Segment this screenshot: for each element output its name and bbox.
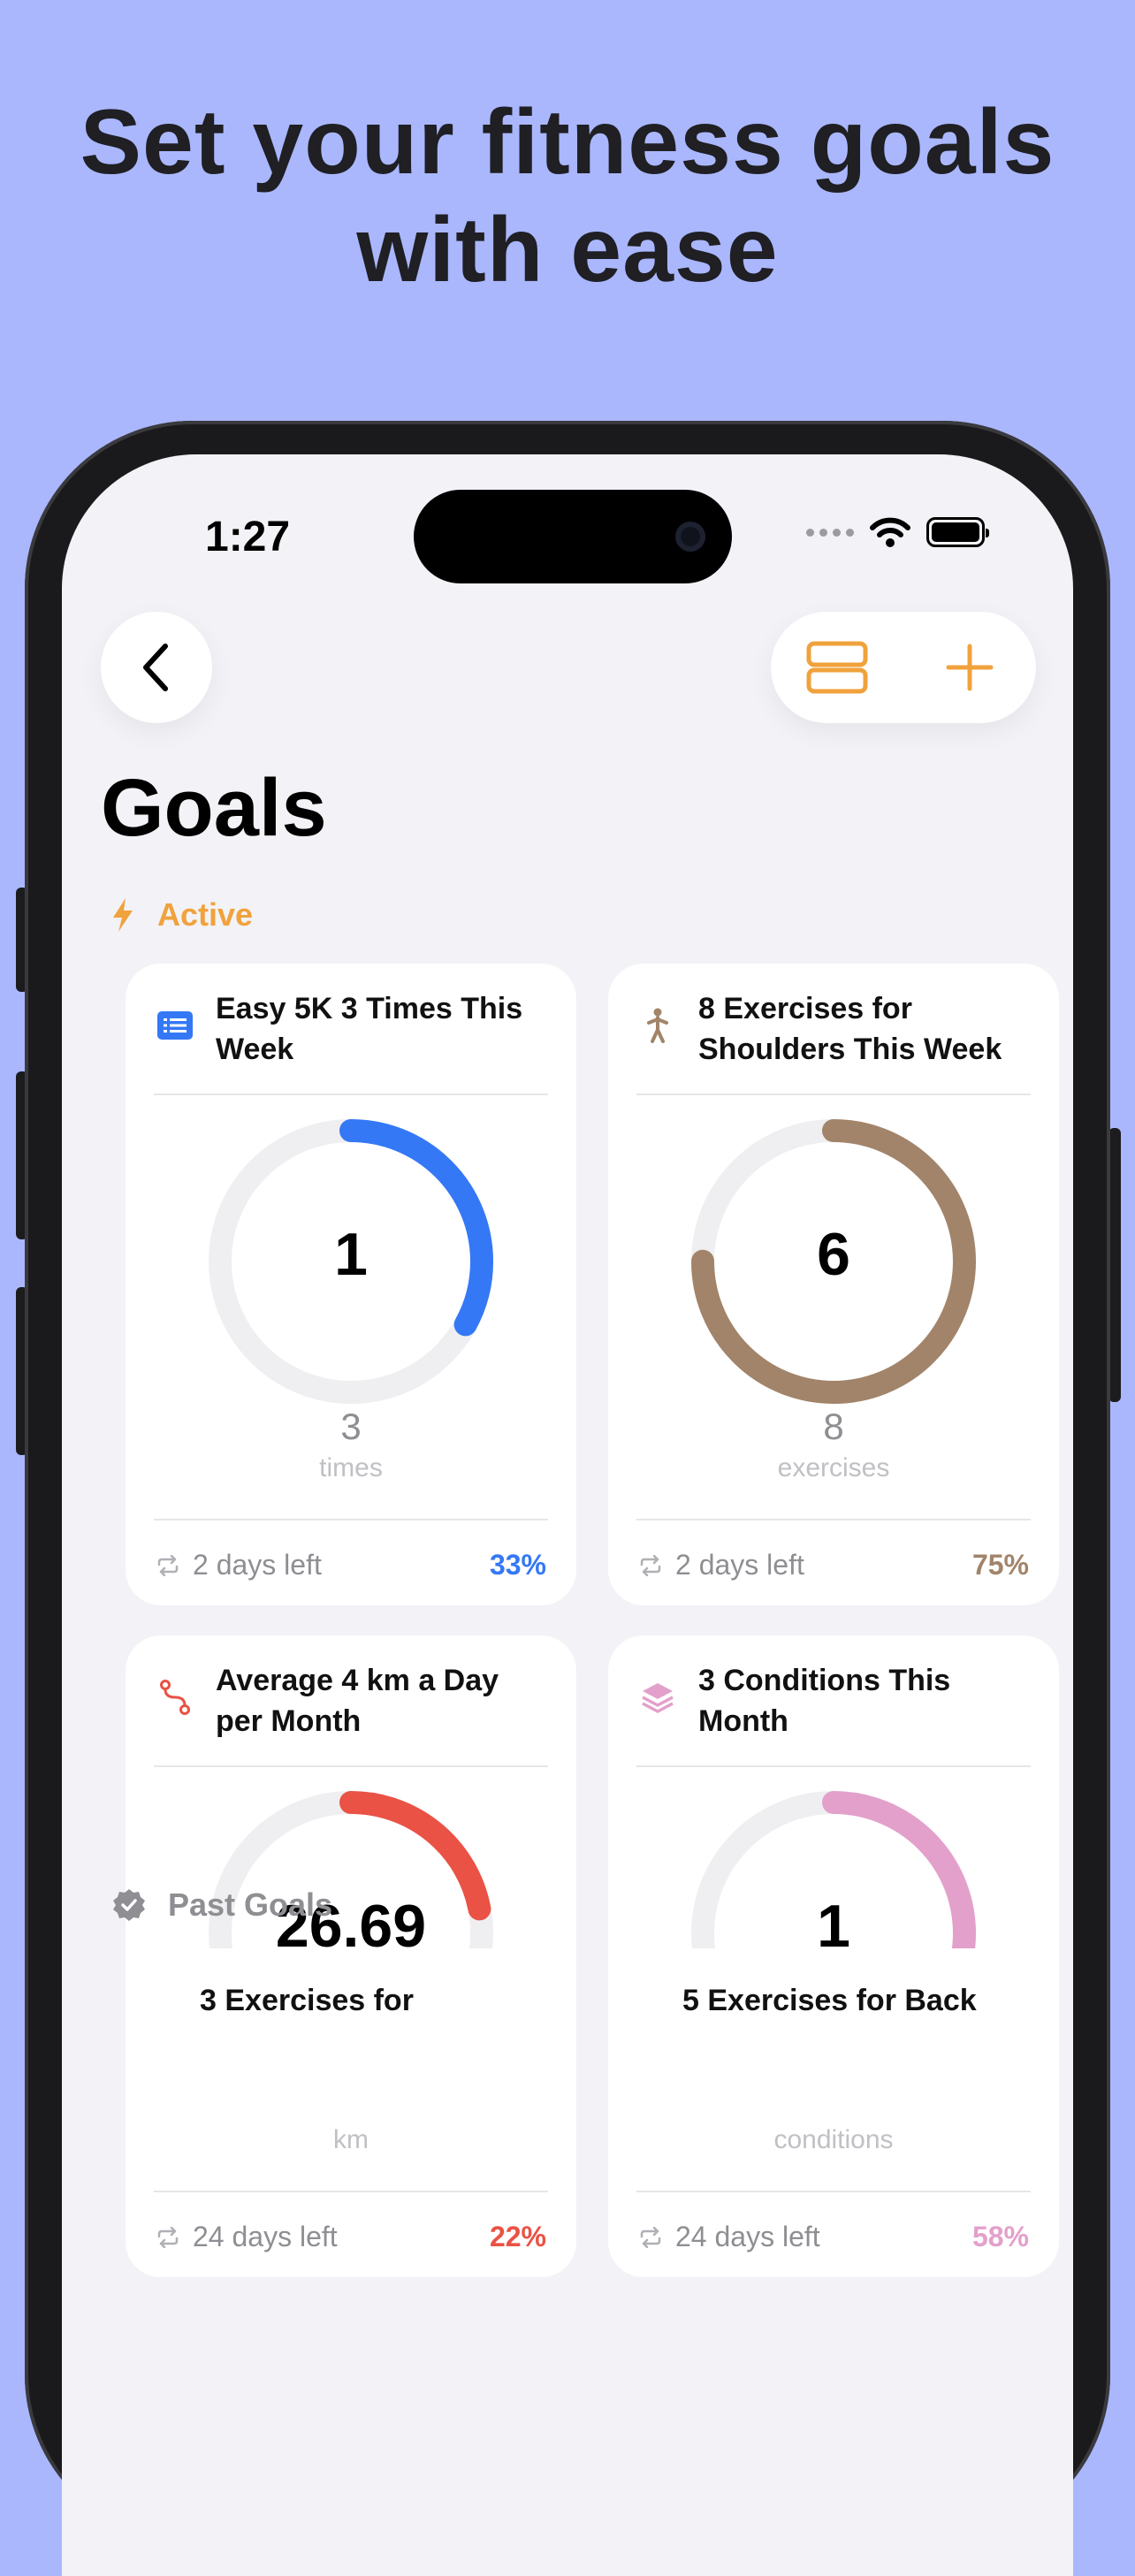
chevron-left-icon	[143, 644, 168, 691]
checkmark-seal-icon	[113, 1889, 145, 1921]
back-button[interactable]	[101, 612, 212, 723]
divider	[636, 1765, 1031, 1767]
goal-percent: 75%	[971, 1549, 1029, 1581]
plus-icon	[946, 644, 994, 691]
goal-unit: km	[333, 2125, 369, 2154]
repeat-icon	[157, 1554, 179, 1576]
divider	[154, 1765, 548, 1767]
repeat-icon	[157, 2226, 179, 2248]
goal-title: 3 Conditions This Month	[698, 1664, 951, 1738]
repeat-icon	[640, 2226, 661, 2248]
route-icon	[157, 1680, 193, 1715]
goal-title: Average 4 km a Day per Month	[216, 1664, 499, 1738]
days-left: 2 days left	[193, 1549, 322, 1581]
section-active-label: Active	[157, 896, 254, 933]
status-icons	[806, 516, 989, 548]
goal-title: 5 Exercises for Back	[682, 1984, 977, 2017]
divider	[636, 2191, 1031, 2192]
section-active: Active	[110, 896, 253, 934]
layers-icon	[640, 1680, 675, 1715]
past-goal-card[interactable]: 3 Exercises for	[126, 1948, 576, 2125]
goal-unit: exercises	[777, 1453, 890, 1482]
goal-percent: 58%	[971, 2221, 1029, 2252]
days-left: 24 days left	[193, 2221, 338, 2252]
phone-frame: 1:27 Goals Active Easy 5K 3 Times This W…	[25, 421, 1110, 2576]
camera-icon	[675, 522, 705, 552]
goal-unit: conditions	[773, 2125, 894, 2154]
goal-target: 3	[340, 1406, 362, 1447]
signal-dots-icon	[806, 528, 854, 537]
goal-current-value: 1	[334, 1221, 368, 1288]
power-button	[1108, 1128, 1121, 1402]
rows-layout-icon	[806, 641, 868, 694]
goal-percent: 22%	[489, 2221, 546, 2252]
headline: Set your fitness goals with ease	[80, 91, 1055, 301]
goal-current-value: 6	[817, 1221, 850, 1288]
section-past: Past Goals	[111, 1886, 332, 1924]
goal-title: Easy 5K 3 Times This Week	[216, 992, 523, 1066]
dynamic-island	[414, 490, 732, 583]
goal-unit: times	[319, 1453, 383, 1482]
add-goal-button[interactable]	[926, 623, 1014, 712]
toolbar-pill	[771, 612, 1036, 723]
goal-title: 8 Exercises for Shoulders This Week	[698, 992, 1002, 1066]
phone-screen: 1:27 Goals Active Easy 5K 3 Times This W…	[62, 454, 1073, 2576]
divider	[636, 1094, 1031, 1095]
goal-card[interactable]: Easy 5K 3 Times This Week 1 3 times 2 da…	[126, 964, 576, 1605]
figure-icon	[640, 1008, 675, 1043]
list-icon	[157, 1008, 193, 1043]
past-goal-card[interactable]: 5 Exercises for Back	[608, 1948, 1059, 2125]
battery-icon	[926, 517, 989, 547]
goal-target: 8	[823, 1406, 844, 1447]
divider	[154, 2191, 548, 2192]
days-left: 24 days left	[675, 2221, 820, 2252]
goal-card[interactable]: 8 Exercises for Shoulders This Week 6 8 …	[608, 964, 1059, 1605]
divider	[154, 1519, 548, 1520]
layout-toggle-button[interactable]	[793, 623, 881, 712]
days-left: 2 days left	[675, 1549, 804, 1581]
repeat-icon	[640, 1554, 661, 1576]
page-title: Goals	[101, 763, 327, 853]
status-time: 1:27	[205, 514, 291, 560]
divider	[636, 1519, 1031, 1520]
bolt-icon	[113, 898, 133, 932]
wifi-icon	[870, 517, 910, 547]
goal-percent: 33%	[489, 1549, 546, 1581]
goal-title: 3 Exercises for	[200, 1984, 414, 2017]
divider	[154, 1094, 548, 1095]
section-past-label: Past Goals	[168, 1886, 333, 1923]
